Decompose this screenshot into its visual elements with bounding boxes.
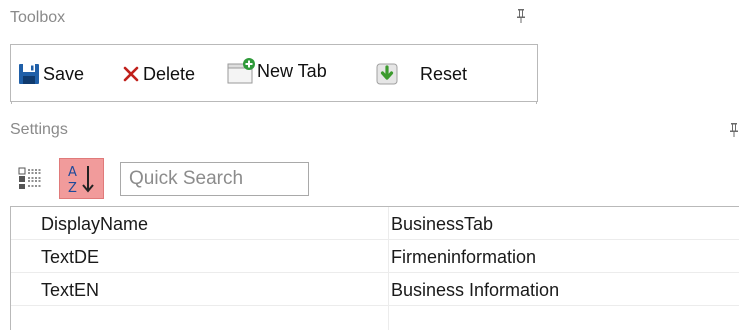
property-value[interactable]: Firmeninformation bbox=[391, 247, 536, 268]
toolbox-title: Toolbox bbox=[10, 9, 66, 26]
new-tab-button[interactable]: New Tab bbox=[227, 58, 327, 84]
save-label: Save bbox=[43, 63, 85, 84]
save-button[interactable]: Save bbox=[19, 62, 84, 86]
delete-label: Delete bbox=[143, 63, 196, 84]
reset-button[interactable]: Reset bbox=[376, 62, 467, 86]
new-tab-icon bbox=[227, 58, 255, 84]
save-icon bbox=[19, 64, 39, 84]
property-name: TextEN bbox=[41, 280, 100, 300]
pin-icon[interactable] bbox=[729, 123, 739, 137]
property-row-texten[interactable]: TextEN Business Information bbox=[11, 273, 739, 306]
property-value[interactable]: BusinessTab bbox=[391, 214, 493, 235]
property-name: TextDE bbox=[41, 247, 100, 267]
property-name: DisplayName bbox=[41, 214, 149, 234]
quick-search-input[interactable] bbox=[120, 162, 309, 196]
svg-text:Z: Z bbox=[68, 181, 77, 196]
property-value[interactable]: Business Information bbox=[391, 280, 559, 301]
reset-icon bbox=[376, 63, 398, 85]
delete-button[interactable]: Delete bbox=[123, 62, 195, 86]
sort-az-icon: A Z bbox=[68, 165, 94, 196]
settings-title: Settings bbox=[10, 121, 68, 138]
delete-icon bbox=[123, 66, 139, 82]
svg-text:A: A bbox=[68, 165, 77, 180]
sort-az-button[interactable]: A Z bbox=[59, 158, 104, 199]
categorized-view-icon[interactable] bbox=[18, 166, 44, 190]
new-tab-label: New Tab bbox=[257, 60, 327, 81]
pin-icon[interactable] bbox=[516, 9, 526, 23]
property-row-textde[interactable]: TextDE Firmeninformation bbox=[11, 240, 739, 273]
reset-label: Reset bbox=[420, 63, 468, 84]
property-grid: DisplayName BusinessTab TextDE Firmeninf… bbox=[10, 206, 739, 330]
toolbox-toolbar: Save Delete New Tab Reset bbox=[10, 44, 538, 104]
property-row-displayname[interactable]: DisplayName BusinessTab bbox=[11, 207, 739, 240]
